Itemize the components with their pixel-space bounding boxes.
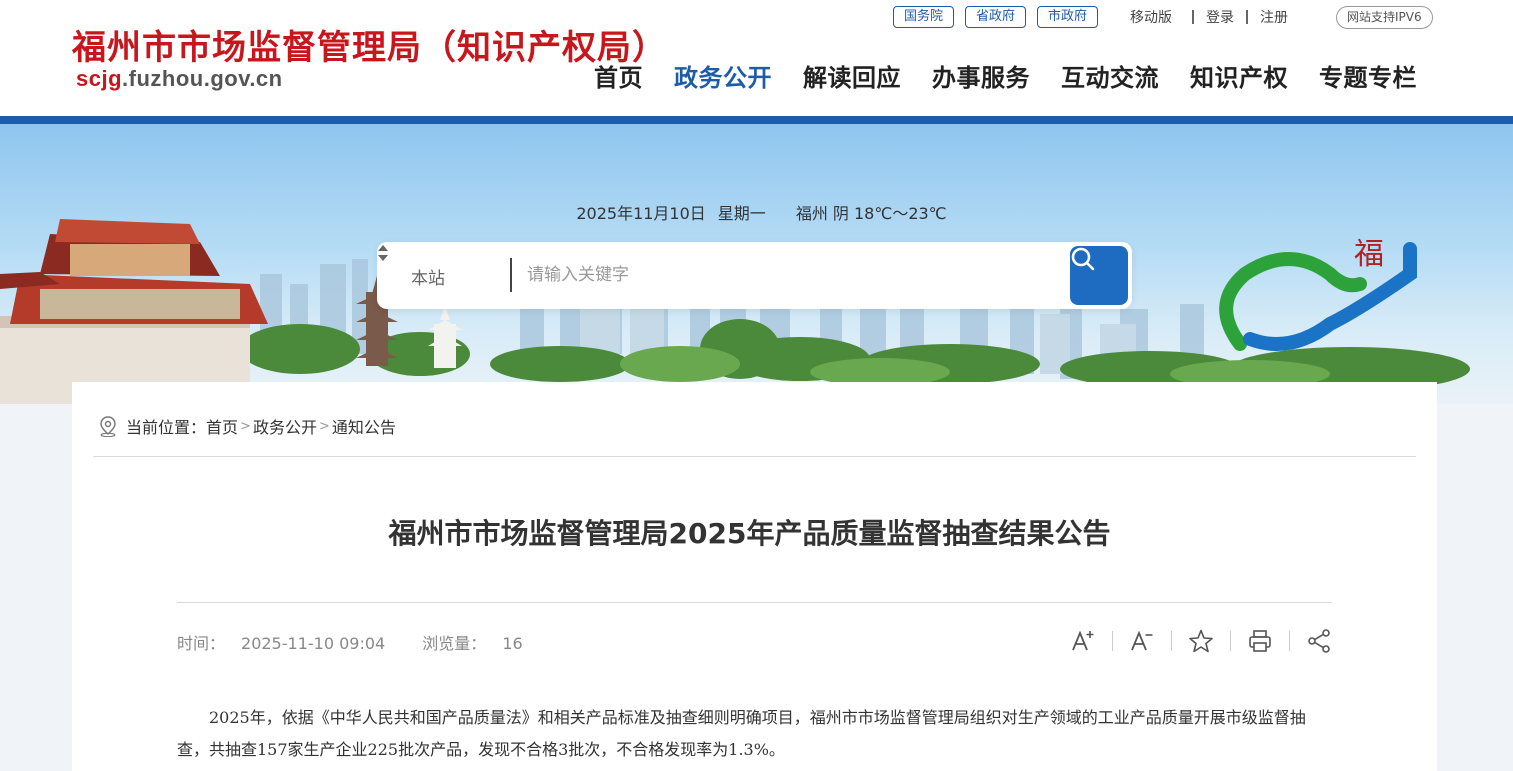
breadcrumb-home[interactable]: 首页 <box>206 414 238 438</box>
nav-item-interaction[interactable]: 互动交流 <box>1061 58 1159 93</box>
top-links: 国务院 省政府 市政府 移动版 登录 注册 <box>893 6 1288 28</box>
nav-item-services[interactable]: 办事服务 <box>932 58 1030 93</box>
site-header: 福州市市场监督管理局（知识产权局） scjg.fuzhou.gov.cn 国务院… <box>0 0 1513 116</box>
domain-prefix: scjg <box>76 66 123 91</box>
breadcrumb-notices[interactable]: 通知公告 <box>332 414 396 438</box>
favorite-star-icon[interactable] <box>1186 626 1216 656</box>
tool-separator <box>1112 631 1113 651</box>
site-title[interactable]: 福州市市场监督管理局（知识产权局） <box>72 20 667 69</box>
breadcrumb-divider <box>93 456 1416 457</box>
search-divider <box>510 258 512 292</box>
date-weather-line: 2025年11月10日 星期一 福州 阴 18℃～23℃ <box>0 200 1513 224</box>
banner-logo-glyph: 福 <box>1354 237 1384 272</box>
gov-link-province[interactable]: 省政府 <box>965 6 1027 28</box>
nav-item-interpretation[interactable]: 解读回应 <box>803 58 901 93</box>
title-divider <box>177 602 1332 603</box>
login-link[interactable]: 登录 <box>1206 7 1234 27</box>
gov-link-state-council[interactable]: 国务院 <box>893 6 955 28</box>
ipv6-badge[interactable]: 网站支持IPV6 <box>1336 6 1433 29</box>
location-pin-icon <box>100 416 116 437</box>
mobile-version-link[interactable]: 移动版 <box>1130 7 1172 27</box>
header-divider-bar <box>0 116 1513 124</box>
view-count: 浏览量： 16 <box>422 634 538 653</box>
sort-arrows-icon[interactable] <box>377 242 389 264</box>
publish-time-label: 时间： <box>177 634 226 653</box>
tool-separator <box>1171 631 1172 651</box>
tool-separator <box>1230 631 1231 651</box>
current-weekday: 星期一 <box>717 204 766 223</box>
search-box: 本站 <box>377 242 1132 309</box>
current-date: 2025年11月10日 <box>576 204 706 223</box>
article-title: 福州市市场监督管理局2025年产品质量监督抽查结果公告 <box>388 517 1111 550</box>
nav-item-home[interactable]: 首页 <box>594 58 643 93</box>
publish-time-value: 2025-11-10 09:04 <box>241 634 386 653</box>
nav-item-special-topics[interactable]: 专题专栏 <box>1319 58 1417 93</box>
breadcrumb-separator: > <box>318 418 330 434</box>
nav-item-government-affairs[interactable]: 政务公开 <box>674 58 772 93</box>
view-count-label: 浏览量： <box>422 634 487 653</box>
breadcrumb-government-affairs[interactable]: 政务公开 <box>253 414 317 438</box>
search-scope-select[interactable]: 本站 <box>411 264 445 289</box>
print-icon[interactable] <box>1245 626 1275 656</box>
article-container: 当前位置： 首页 > 政务公开 > 通知公告 福州市市场监督管理局2025年产品… <box>72 382 1437 771</box>
share-icon[interactable] <box>1304 626 1334 656</box>
publish-time: 时间： 2025-11-10 09:04 <box>177 634 401 653</box>
breadcrumb-separator: > <box>240 418 251 434</box>
domain-suffix: .fuzhou.gov.cn <box>122 66 283 91</box>
util-separator <box>1246 10 1249 24</box>
city-banner: 福 2025年11月10日 星期一 福州 阴 18℃～23℃ 本站 <box>0 124 1513 404</box>
weather-info: 福州 阴 18℃～23℃ <box>795 204 947 223</box>
article-paragraph: 2025年，依据《中华人民共和国产品质量法》和相关产品标准及抽查细则明确项目，福… <box>177 708 1306 759</box>
util-separator <box>1192 10 1195 24</box>
breadcrumb-prefix: 当前位置： <box>126 418 207 437</box>
register-link[interactable]: 注册 <box>1260 7 1288 27</box>
breadcrumb: 当前位置： 首页 > 政务公开 > 通知公告 <box>98 414 396 438</box>
font-decrease-icon[interactable] <box>1127 626 1157 656</box>
article-meta: 时间： 2025-11-10 09:04 浏览量： 16 <box>177 630 555 654</box>
site-domain: scjg.fuzhou.gov.cn <box>76 66 283 92</box>
nav-item-intellectual-property[interactable]: 知识产权 <box>1190 58 1288 93</box>
article-tools <box>1068 626 1334 656</box>
search-icon <box>1071 247 1095 271</box>
main-nav: 首页 政务公开 解读回应 办事服务 互动交流 知识产权 专题专栏 <box>594 58 1417 93</box>
gov-link-city[interactable]: 市政府 <box>1037 6 1099 28</box>
font-increase-icon[interactable] <box>1068 626 1098 656</box>
search-input[interactable] <box>527 260 1057 290</box>
tool-separator <box>1289 631 1290 651</box>
view-count-value: 16 <box>502 634 523 653</box>
search-button[interactable] <box>1070 246 1128 305</box>
